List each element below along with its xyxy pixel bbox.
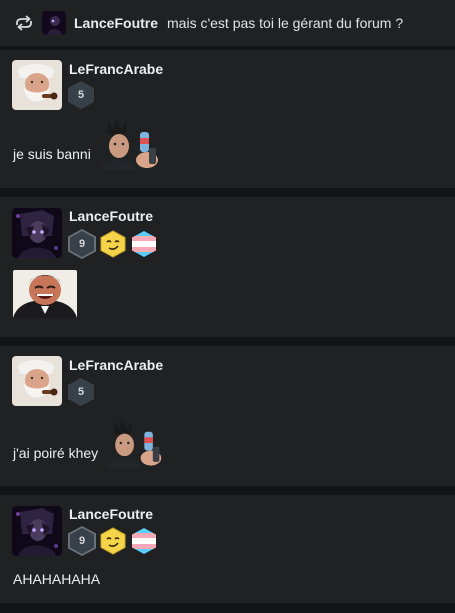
message-text-row: AHAHAHAHA <box>13 571 100 587</box>
author-badges: 9 <box>68 229 158 259</box>
smiley-icon <box>100 230 126 258</box>
level-badge: 9 <box>68 526 96 556</box>
reply-author-avatar[interactable] <box>42 11 66 35</box>
author-name[interactable]: LeFrancArabe <box>69 357 163 373</box>
reply-quoted-text: mais c'est pas toi le gérant du forum ? <box>167 15 404 31</box>
message-text: j'ai poiré khey <box>13 445 99 461</box>
message-text: AHAHAHAHA <box>13 571 101 587</box>
sticker-image <box>98 119 158 170</box>
author-name[interactable]: LanceFoutre <box>69 506 153 522</box>
trans-flag-icon <box>132 528 156 554</box>
message-text: je suis banni <box>13 146 91 162</box>
author-name[interactable]: LanceFoutre <box>69 208 153 224</box>
sticker-image <box>105 419 162 468</box>
reply-arrow-icon <box>16 15 32 31</box>
author-avatar[interactable] <box>12 208 62 258</box>
author-badges: 5 <box>68 378 94 406</box>
author-badges: 5 <box>68 81 94 109</box>
author-name[interactable]: LeFrancArabe <box>69 61 163 77</box>
message-card: LeFrancArabe 5 je suis banni <box>0 50 455 188</box>
reply-context-bar[interactable]: LanceFoutre mais c'est pas toi le gérant… <box>0 0 455 46</box>
reply-author-name[interactable]: LanceFoutre <box>74 15 158 31</box>
level-badge: 5 <box>68 378 94 406</box>
level-number: 9 <box>70 528 94 554</box>
message-card: LanceFoutre 9 <box>0 197 455 337</box>
smiley-icon <box>100 527 126 555</box>
sticker-image <box>13 270 77 318</box>
author-avatar[interactable] <box>12 506 62 556</box>
trans-flag-icon <box>132 231 156 257</box>
author-avatar[interactable] <box>12 60 62 110</box>
level-badge: 5 <box>68 81 94 109</box>
message-text-row: je suis banni <box>13 118 163 170</box>
author-badges: 9 <box>68 526 158 556</box>
level-badge: 9 <box>68 229 96 259</box>
message-text-row: j'ai poiré khey <box>13 416 166 470</box>
message-card: LanceFoutre 9 AHAHAHAHA <box>0 495 455 603</box>
author-avatar[interactable] <box>12 356 62 406</box>
message-card: LeFrancArabe 5 j'ai poiré khey <box>0 346 455 486</box>
level-number: 9 <box>70 231 94 257</box>
